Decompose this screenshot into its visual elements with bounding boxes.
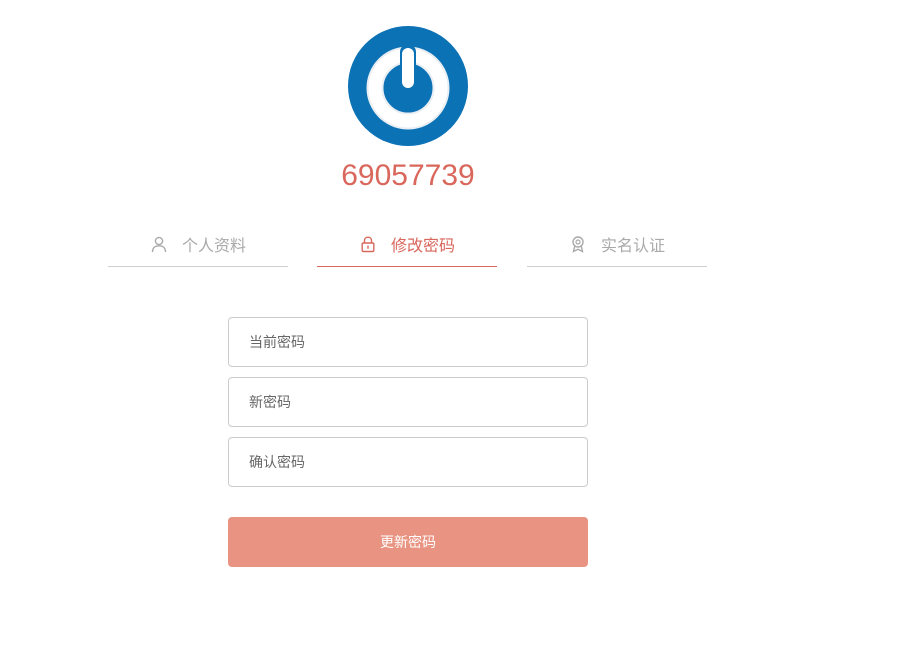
current-password-input[interactable] [228,317,588,367]
new-password-input[interactable] [228,377,588,427]
tab-profile[interactable]: 个人资料 [108,222,288,267]
user-icon [151,236,167,253]
avatar [348,26,468,146]
change-password-form [228,317,588,497]
tab-verification-label: 实名认证 [600,238,665,255]
power-logo-icon [348,26,468,146]
update-password-button[interactable]: 更新密码 [228,517,588,567]
user-id: 69057739 [341,159,475,192]
tab-change-password[interactable]: 修改密码 [317,222,497,267]
tab-profile-label: 个人资料 [181,238,246,255]
tab-change-password-label: 修改密码 [390,238,455,255]
tab-verification[interactable]: 实名认证 [527,222,707,267]
confirm-password-input[interactable] [228,437,588,487]
lock-icon [361,236,375,253]
badge-icon [572,236,584,253]
